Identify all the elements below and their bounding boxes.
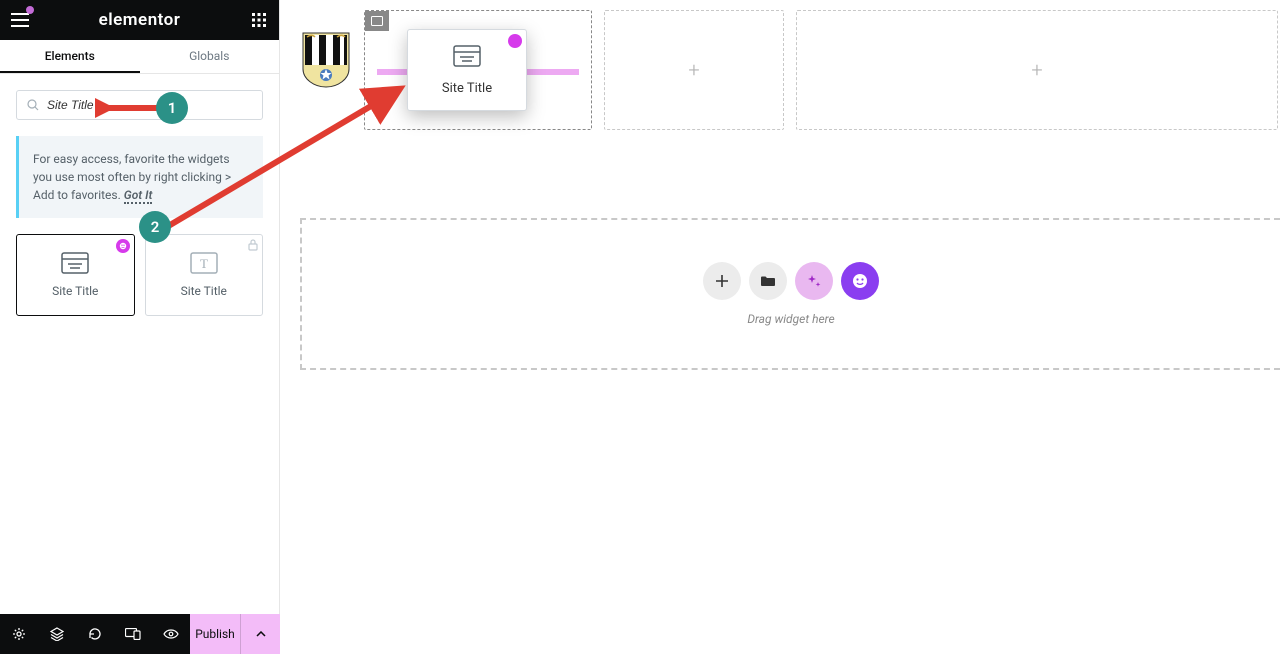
sidebar-topbar: elementor [0, 0, 279, 40]
favorites-tip: For easy access, favorite the widgets yo… [16, 136, 263, 218]
site-logo-preview [300, 30, 352, 90]
container-handle[interactable] [365, 11, 389, 31]
search-field[interactable] [16, 90, 263, 120]
svg-text:T: T [200, 256, 208, 271]
plus-icon: + [688, 58, 699, 82]
chevron-up-icon [256, 631, 266, 637]
history-button[interactable] [76, 614, 114, 654]
search-input[interactable] [47, 98, 252, 112]
hamburger-icon [11, 13, 29, 27]
editor-canvas: Site Title + + Drag widget here [280, 0, 1280, 654]
grid-icon [252, 13, 266, 27]
header-row: Site Title + + [300, 10, 1280, 130]
settings-button[interactable] [0, 614, 38, 654]
gear-icon [12, 627, 26, 641]
widgets-grid-button[interactable] [239, 0, 279, 40]
widget-label: Site Title [181, 284, 227, 298]
tip-dismiss[interactable]: Got It [124, 188, 153, 204]
devices-icon [125, 628, 141, 640]
tab-elements[interactable]: Elements [0, 40, 140, 73]
widget-site-title-pro[interactable]: Site Title [16, 234, 135, 316]
editor-sidebar: elementor Elements Globals For easy acce… [0, 0, 280, 614]
publish-button[interactable]: Publish [190, 614, 240, 654]
dropzone-actions [703, 262, 879, 300]
search-wrap [0, 74, 279, 136]
sidebar-tabs: Elements Globals [0, 40, 279, 74]
sidebar-bottombar: Publish [0, 614, 280, 654]
container-icon [371, 16, 383, 26]
tab-globals[interactable]: Globals [140, 40, 280, 73]
navigator-button[interactable] [38, 614, 76, 654]
site-title-icon [61, 252, 89, 274]
publish-options-button[interactable] [240, 614, 280, 654]
drag-widget-label: Site Title [442, 81, 492, 96]
annotation-step-2: 2 [139, 211, 171, 243]
sparkle-icon [806, 273, 822, 289]
preview-button[interactable] [152, 614, 190, 654]
header-dropzone-3[interactable]: + [796, 10, 1278, 130]
plus-icon: + [1031, 58, 1042, 82]
header-dropzone-2[interactable]: + [604, 10, 784, 130]
header-dropzone-1[interactable]: Site Title [364, 10, 592, 130]
club-crest-icon [301, 31, 351, 89]
eye-icon [163, 629, 179, 639]
pro-badge-icon [508, 34, 522, 48]
site-title-icon [453, 45, 481, 71]
template-library-button[interactable] [749, 262, 787, 300]
layers-icon [50, 627, 64, 641]
add-section-button[interactable] [703, 262, 741, 300]
brand-logo: elementor [40, 10, 239, 30]
dropzone-hint: Drag widget here [747, 312, 834, 326]
responsive-button[interactable] [114, 614, 152, 654]
widgets-list: Site Title T Site Title [0, 234, 279, 316]
annotation-step-1: 1 [156, 92, 188, 124]
ai-generate-button[interactable] [841, 262, 879, 300]
ai-suggest-button[interactable] [795, 262, 833, 300]
plus-icon [715, 274, 729, 288]
text-title-icon: T [190, 252, 218, 274]
widget-site-title-locked[interactable]: T Site Title [145, 234, 264, 316]
ai-face-icon [851, 272, 869, 290]
widget-label: Site Title [52, 284, 98, 298]
history-icon [88, 627, 102, 641]
menu-button[interactable] [0, 0, 40, 40]
search-icon [27, 99, 39, 111]
pro-badge-icon [116, 239, 130, 253]
lock-icon [248, 239, 258, 255]
dragging-widget[interactable]: Site Title [407, 29, 527, 111]
folder-icon [760, 275, 776, 287]
main-dropzone[interactable]: Drag widget here [300, 218, 1280, 370]
